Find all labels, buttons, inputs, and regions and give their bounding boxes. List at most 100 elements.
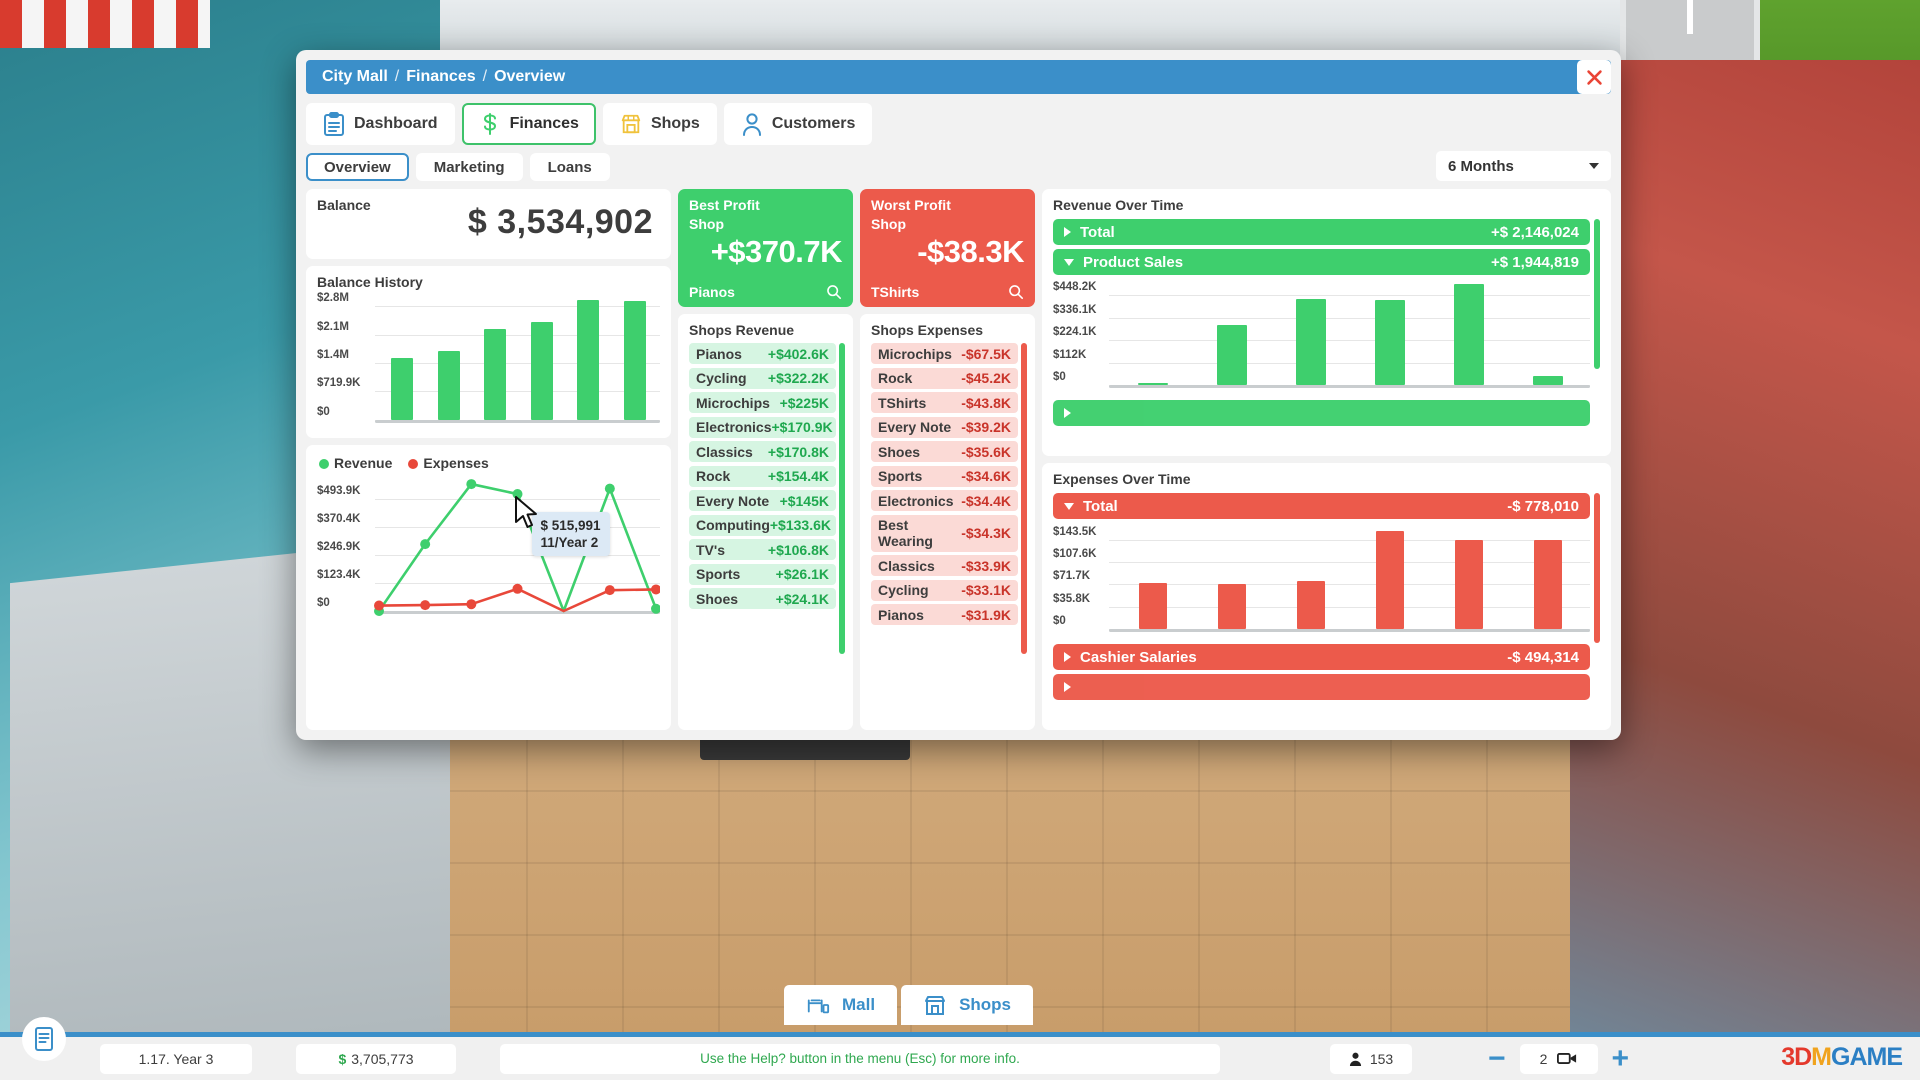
expenses-row-total[interactable]: Total -$ 778,010 [1053, 493, 1590, 519]
bottom-tab-mall[interactable]: Mall [784, 985, 898, 1025]
nav-item-dashboard[interactable]: Dashboard [306, 103, 455, 145]
tab-overview[interactable]: Overview [306, 153, 409, 181]
shop-revenue-name: Microchips [696, 394, 770, 411]
magnifier-icon[interactable] [826, 284, 842, 300]
list-item[interactable]: Microchips +$225K [689, 392, 836, 413]
revenue-row-total[interactable]: Total +$ 2,146,024 [1053, 219, 1590, 245]
bar [1296, 580, 1325, 629]
y-axis-tick: $71.7K [1053, 570, 1091, 583]
tab-loans[interactable]: Loans [529, 153, 610, 181]
list-item[interactable]: Computing +$133.6K [689, 514, 836, 536]
store-icon [621, 114, 641, 134]
shop-revenue-value: +$225K [779, 394, 829, 411]
list-item[interactable]: Microchips -$67.5K [871, 343, 1018, 364]
nav-item-customers[interactable]: Customers [723, 103, 873, 145]
background-awning [0, 0, 210, 48]
money-value: 3,705,773 [351, 1050, 414, 1067]
shops-expenses-card: Shops Expenses Microchips -$67.5K Rock -$45… [860, 314, 1035, 730]
nav-item-finances[interactable]: Finances [461, 103, 596, 145]
gridline [375, 306, 660, 308]
revenue-row-next[interactable] [1053, 400, 1590, 426]
nav-item-shops[interactable]: Shops [602, 103, 717, 145]
gridline [1109, 561, 1590, 563]
speed-display[interactable]: 2 [1519, 1043, 1598, 1074]
balance-history-title: Balance History [317, 274, 423, 290]
list-item[interactable]: Cycling -$33.1K [871, 579, 1018, 601]
shop-expense-scrollbar[interactable] [1021, 343, 1027, 654]
speed-decrease-button[interactable]: − [1488, 1043, 1506, 1073]
shops-revenue-list[interactable]: Pianos +$402.6K Cycling +$322.2K Microchips +… [689, 343, 845, 722]
shop-revenue-value: +$154.4K [767, 468, 829, 484]
list-item[interactable]: Sports -$34.6K [871, 465, 1018, 487]
date-value: 1.17. Year 3 [138, 1050, 214, 1067]
revenue-scrollbar[interactable] [1594, 219, 1600, 369]
shop-revenue-name: Electronics [696, 419, 772, 435]
list-item[interactable]: Rock +$154.4K [689, 465, 836, 487]
list-item[interactable]: Classics -$33.9K [871, 555, 1018, 576]
best-profit-footer: Pianos [689, 284, 842, 300]
revenue-row-product-sales[interactable]: Product Sales +$ 1,944,819 [1053, 249, 1590, 275]
breadcrumb-finances[interactable]: Finances [406, 68, 475, 86]
legend-dot-expenses [408, 459, 419, 470]
list-item[interactable]: Cycling +$322.2K [689, 367, 836, 389]
list-item[interactable]: Shoes -$35.6K [871, 441, 1018, 462]
gridline [1109, 340, 1590, 342]
worst-profit-footer: TShirts [871, 284, 1024, 300]
expenses-row-next[interactable] [1053, 674, 1590, 700]
magnifier-icon[interactable] [1008, 284, 1024, 300]
list-item[interactable]: Electronics -$34.4K [871, 490, 1018, 511]
list-item[interactable]: TShirts -$43.8K [871, 392, 1018, 413]
revenue-row-product-sales-label: Product Sales [1083, 253, 1184, 271]
shops-expenses-list[interactable]: Microchips -$67.5K Rock -$45.2K TShirts -$43.… [871, 343, 1027, 722]
breadcrumb-city-mall[interactable]: City Mall [322, 68, 388, 86]
breadcrumb-overview[interactable]: Overview [494, 68, 565, 86]
y-axis-tick: $107.6K [1053, 547, 1097, 560]
list-item[interactable]: Rock -$45.2K [871, 367, 1018, 389]
population-value: 153 [1369, 1050, 1394, 1067]
finances-window: City Mall / Finances / Overview Dashboar… [296, 50, 1621, 740]
list-item[interactable]: Every Note +$145K [689, 490, 836, 511]
expenses-row-cashier-salaries[interactable]: Cashier Salaries -$ 494,314 [1053, 644, 1590, 670]
best-profit-line2: Shop [689, 216, 724, 232]
shop-revenue-scrollbar[interactable] [839, 343, 845, 654]
close-button[interactable] [1577, 60, 1611, 94]
speed-increase-button[interactable]: + [1612, 1043, 1630, 1073]
list-item[interactable]: Every Note -$39.2K [871, 416, 1018, 438]
best-profit-card[interactable]: Best Profit Shop +$370.7K Pianos [678, 189, 853, 307]
list-item[interactable]: Sports +$26.1K [689, 563, 836, 585]
revenue-over-time-scroll[interactable]: Total +$ 2,146,024 Product Sales +$ 1,94… [1053, 219, 1600, 448]
shop-expense-name: Rock [878, 370, 913, 386]
tab-marketing[interactable]: Marketing [415, 153, 523, 181]
notebook-button[interactable] [22, 1017, 66, 1061]
shop-expense-value: -$31.9K [961, 606, 1011, 623]
bottom-tab-shops[interactable]: Shops [901, 985, 1034, 1025]
period-select[interactable]: 6 Months [1436, 151, 1611, 181]
best-profit-line1: Best Profit [689, 197, 760, 213]
expenses-row-total-value: -$ 778,010 [1507, 497, 1579, 515]
shop-expense-value: -$33.1K [961, 582, 1011, 598]
list-item[interactable]: Electronics +$170.9K [689, 416, 836, 438]
shop-expense-value: -$34.4K [961, 492, 1011, 509]
legend-item-expenses: Expenses [408, 455, 489, 471]
gridline [1109, 295, 1590, 297]
list-item[interactable]: Pianos -$31.9K [871, 604, 1018, 625]
list-item[interactable]: Shoes +$24.1K [689, 588, 836, 609]
shop-revenue-name: Cycling [696, 370, 747, 386]
expenses-row-total-label: Total [1083, 497, 1118, 515]
list-item[interactable]: Best Wearing -$34.3K [871, 514, 1018, 552]
expenses-over-time-scroll[interactable]: Total -$ 778,010 $143.5K $107.6K $71.7K $35… [1053, 493, 1600, 722]
list-item[interactable]: TV's +$106.8K [689, 539, 836, 560]
chevron-right-icon [1064, 652, 1071, 662]
shop-revenue-value: +$145K [779, 492, 829, 509]
list-item[interactable]: Classics +$170.8K [689, 441, 836, 462]
chevron-down-icon [1064, 258, 1074, 266]
list-item[interactable]: Pianos +$402.6K [689, 343, 836, 364]
column-over-time: Revenue Over Time Total +$ 2,146,024 Pro… [1042, 189, 1611, 730]
expenses-scrollbar[interactable] [1594, 493, 1600, 643]
worst-profit-line2: Shop [871, 216, 906, 232]
bar [484, 328, 507, 420]
shop-revenue-name: Computing [696, 517, 770, 533]
worst-profit-card[interactable]: Worst Profit Shop -$38.3K TShirts [860, 189, 1035, 307]
shop-revenue-value: +$106.8K [767, 541, 829, 558]
shop-expense-name: Microchips [878, 345, 952, 362]
